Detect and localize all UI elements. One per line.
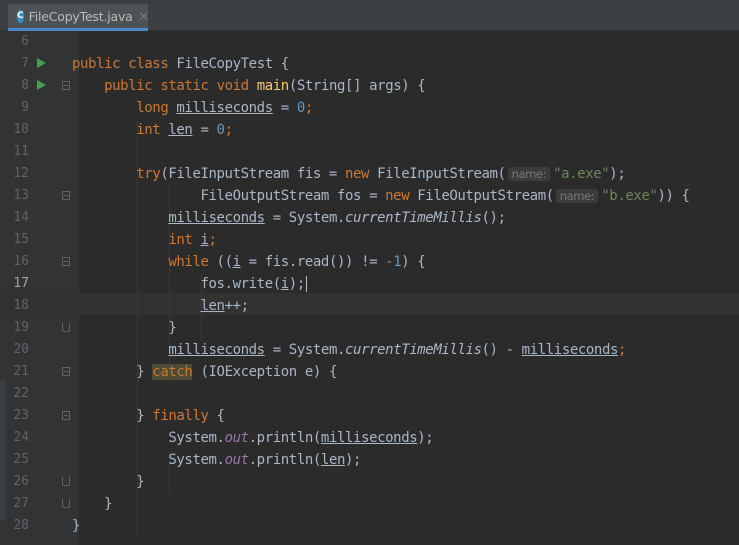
java-class-icon: C [17, 9, 24, 23]
run-icon[interactable] [37, 58, 46, 68]
line-number: 21 [13, 364, 29, 379]
fold-icon[interactable] [62, 81, 70, 90]
text-caret [305, 276, 307, 292]
parameter-hint: name: [507, 167, 551, 181]
code-line: 23 } finally { [0, 405, 739, 427]
code-text: System.out.println(milliseconds); [168, 430, 434, 446]
line-number: 22 [13, 386, 29, 401]
code-text: try(FileInputStream fis = new FileInputS… [136, 166, 626, 182]
code-line: 14 milliseconds = System.currentTimeMill… [0, 207, 739, 229]
line-number: 16 [13, 254, 29, 269]
tab-label: FileCopyTest.java [28, 8, 133, 24]
code-line: 24 System.out.println(milliseconds); [0, 427, 739, 449]
line-number: 13 [13, 188, 29, 203]
code-text: public static void main(String[] args) { [104, 78, 426, 94]
line-number: 15 [13, 232, 29, 247]
code-text: len++; [200, 298, 249, 314]
code-text: } catch (IOException e) { [136, 364, 337, 380]
line-number: 23 [13, 408, 29, 423]
code-text: milliseconds = System.currentTimeMillis(… [168, 210, 506, 226]
line-number: 10 [13, 122, 29, 137]
line-number: 8 [21, 78, 29, 93]
line-number: 24 [13, 430, 29, 445]
line-number: 19 [13, 320, 29, 335]
code-text: public class FileCopyTest { [72, 56, 289, 72]
code-line: 27 } [0, 493, 739, 515]
code-text: int i; [168, 232, 217, 248]
line-number: 26 [13, 474, 29, 489]
code-line: 10 int len = 0; [0, 119, 739, 141]
code-text: milliseconds = System.currentTimeMillis(… [168, 342, 627, 358]
code-line: 7 public class FileCopyTest { [0, 53, 739, 75]
code-text: } finally { [136, 408, 225, 424]
code-line: 16 while ((i = fis.read()) != -1) { [0, 251, 739, 273]
code-line: 18 len++; [0, 295, 739, 317]
line-number: 18 [13, 298, 29, 313]
parameter-hint: name: [555, 189, 599, 203]
code-text: } [104, 496, 113, 512]
line-number: 9 [21, 100, 29, 115]
line-number: 17 [13, 276, 29, 291]
editor-tab-bar: C FileCopyTest.java × [0, 0, 739, 31]
code-text: FileOutputStream fos = new FileOutputStr… [200, 188, 690, 204]
code-line: 25 System.out.println(len); [0, 449, 739, 471]
code-line: 26 } [0, 471, 739, 493]
code-line: 12 try(FileInputStream fis = new FileInp… [0, 163, 739, 185]
code-text: while ((i = fis.read()) != -1) { [168, 254, 426, 270]
tab-filecopytest[interactable]: C FileCopyTest.java × [8, 4, 149, 31]
code-text: fos.write(i); [200, 276, 307, 292]
code-lines: 6 7 public class FileCopyTest { 8 public… [0, 31, 739, 545]
fold-end-icon[interactable] [62, 323, 70, 332]
code-line: 21 } catch (IOException e) { [0, 361, 739, 383]
code-line: 15 int i; [0, 229, 739, 251]
code-line: 9 long milliseconds = 0; [0, 97, 739, 119]
code-text: } [136, 474, 145, 490]
code-text: int len = 0; [136, 122, 233, 138]
line-number: 7 [21, 56, 29, 71]
line-number: 14 [13, 210, 29, 225]
code-line: 22 [0, 383, 739, 405]
code-line: 19 } [0, 317, 739, 339]
line-number: 27 [13, 496, 29, 511]
fold-icon[interactable] [62, 367, 70, 376]
fold-end-icon[interactable] [62, 477, 70, 486]
code-line: 8 public static void main(String[] args)… [0, 75, 739, 97]
fold-icon[interactable] [62, 411, 70, 420]
line-number: 28 [13, 518, 29, 533]
code-line: 6 [0, 31, 739, 53]
run-icon[interactable] [37, 80, 46, 90]
fold-icon[interactable] [62, 191, 70, 200]
code-text: } [168, 320, 177, 336]
code-text: } [72, 518, 81, 534]
code-line: 20 milliseconds = System.currentTimeMill… [0, 339, 739, 361]
line-number: 25 [13, 452, 29, 467]
code-line: 13 FileOutputStream fos = new FileOutput… [0, 185, 739, 207]
fold-icon[interactable] [62, 257, 70, 266]
line-number: 12 [13, 166, 29, 181]
code-line-current: 17 fos.write(i); [0, 273, 739, 295]
close-icon[interactable]: × [139, 9, 149, 23]
code-text: long milliseconds = 0; [136, 100, 313, 116]
line-number: 11 [13, 144, 29, 159]
code-line: 28 } [0, 515, 739, 537]
code-text: System.out.println(len); [168, 452, 362, 468]
fold-end-icon[interactable] [62, 499, 70, 508]
code-line: 11 [0, 141, 739, 163]
line-number: 6 [21, 34, 29, 49]
line-number: 20 [13, 342, 29, 357]
